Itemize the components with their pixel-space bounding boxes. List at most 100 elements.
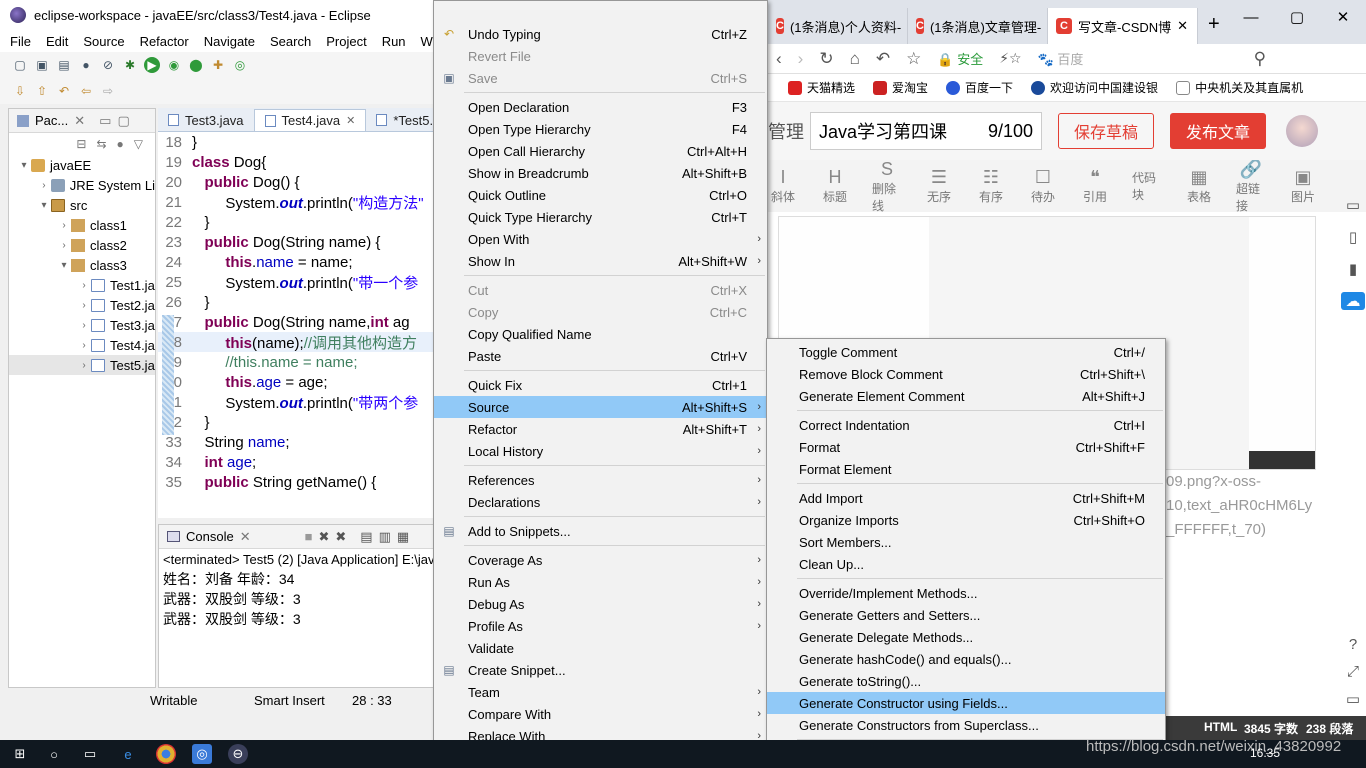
- code-line[interactable]: 22 }: [158, 212, 434, 232]
- code-line[interactable]: 25 System.out.println("带一个参: [158, 272, 434, 292]
- pin-console-icon[interactable]: ▥: [379, 529, 391, 545]
- task-view-icon[interactable]: ▭: [80, 744, 100, 764]
- code-line[interactable]: 20 public Dog() {: [158, 172, 434, 192]
- edge-icon[interactable]: e: [118, 744, 138, 764]
- close-icon[interactable]: ✕: [1177, 18, 1188, 34]
- expand-toggle-icon[interactable]: ›: [77, 300, 91, 311]
- forward-icon[interactable]: ›: [798, 49, 804, 69]
- menu-item-generate-element-comment[interactable]: Generate Element Comment Alt+Shift+J: [767, 385, 1165, 407]
- tree-item[interactable]: › Test2.ja: [9, 295, 155, 315]
- editor-tab-test5[interactable]: *Test5.: [366, 109, 443, 131]
- maximize-icon[interactable]: ▢: [117, 113, 129, 129]
- bookmark-item[interactable]: 欢迎访问中国建设银: [1031, 79, 1158, 96]
- windows-start-icon[interactable]: ⊞: [10, 744, 30, 764]
- prev-annotation-icon[interactable]: ⇧: [34, 83, 50, 99]
- expand-toggle-icon[interactable]: ›: [57, 240, 71, 251]
- expand-toggle-icon[interactable]: ›: [77, 360, 91, 371]
- maximize-icon[interactable]: ▢: [1274, 0, 1320, 34]
- tree-item[interactable]: › Test4.ja: [9, 335, 155, 355]
- chrome-icon[interactable]: [156, 744, 176, 764]
- code-line[interactable]: 24 this.name = name;: [158, 252, 434, 272]
- editor-tab-test4[interactable]: Test4.java ✕: [253, 109, 367, 131]
- expand-toggle-icon[interactable]: ›: [77, 340, 91, 351]
- bookmark-item[interactable]: 天猫精选: [788, 79, 855, 96]
- menu-item-copy-qualified-name[interactable]: Copy Qualified Name: [434, 323, 767, 345]
- menu-item-create-snippet[interactable]: ▤ Create Snippet...: [434, 659, 767, 681]
- menu-item-format[interactable]: Format Ctrl+Shift+F: [767, 436, 1165, 458]
- editor-tab-test3[interactable]: Test3.java: [158, 109, 254, 131]
- menu-source[interactable]: Source: [83, 34, 124, 49]
- save-icon[interactable]: ▣: [34, 57, 50, 73]
- tree-item[interactable]: › class2: [9, 235, 155, 255]
- code-line[interactable]: 29 //this.name = name;: [158, 352, 434, 372]
- minimize-icon[interactable]: ▭: [99, 113, 111, 129]
- cloud-icon[interactable]: ☁: [1341, 292, 1365, 310]
- eclipse-taskbar-icon[interactable]: ⊖: [228, 744, 248, 764]
- menu-item-toggle-comment[interactable]: Toggle Comment Ctrl+/: [767, 341, 1165, 363]
- toolbar-button[interactable]: ❝ 引用: [1080, 167, 1110, 205]
- close-icon[interactable]: ✕: [346, 114, 355, 127]
- focus-icon[interactable]: ●: [117, 137, 124, 151]
- menu-item-undo-typing[interactable]: ↶ Undo Typing Ctrl+Z: [434, 23, 767, 45]
- toolbar-button[interactable]: ☐ 待办: [1028, 167, 1058, 205]
- undo-close-icon[interactable]: ↶: [876, 49, 890, 69]
- menu-item-format-element[interactable]: Format Element: [767, 458, 1165, 480]
- code-line[interactable]: 27 public Dog(String name,int ag: [158, 312, 434, 332]
- expand-toggle-icon[interactable]: ▾: [17, 160, 31, 171]
- tree-item[interactable]: ▾ javaEE: [9, 155, 155, 175]
- menu-item-generate-tostring[interactable]: Generate toString()...: [767, 670, 1165, 692]
- menu-item-paste[interactable]: Paste Ctrl+V: [434, 345, 767, 367]
- toolbar-button[interactable]: H 标题: [820, 167, 850, 205]
- back-icon[interactable]: ‹: [776, 49, 782, 69]
- code-line[interactable]: 23 public Dog(String name) {: [158, 232, 434, 252]
- help-icon[interactable]: ?: [1349, 636, 1357, 653]
- menu-item-copy[interactable]: Copy Ctrl+C: [434, 301, 767, 323]
- skip-breakpoints-icon[interactable]: ⊘: [100, 57, 116, 73]
- new-class-icon[interactable]: ◎: [232, 57, 248, 73]
- menu-project[interactable]: Project: [326, 34, 366, 49]
- minimize-icon[interactable]: —: [1228, 0, 1274, 34]
- code-line[interactable]: 19 class Dog{: [158, 152, 434, 172]
- code-line[interactable]: 35 public String getName() {: [158, 472, 434, 492]
- menu-run[interactable]: Run: [382, 34, 406, 49]
- view-menu-icon[interactable]: ▽: [134, 137, 143, 151]
- remove-launch-icon[interactable]: ✖: [318, 529, 329, 545]
- bookmark-item[interactable]: 爱淘宝: [873, 79, 928, 96]
- menu-item-generate-hashcode-and-equals[interactable]: Generate hashCode() and equals()...: [767, 648, 1165, 670]
- toolbar-button[interactable]: ☰ 无序: [924, 167, 954, 205]
- menu-item-compare-with[interactable]: Compare With ›: [434, 703, 767, 725]
- expand-icon[interactable]: ▮: [1349, 260, 1357, 278]
- menu-item-source[interactable]: Source Alt+Shift+S ›: [434, 396, 767, 418]
- search-icon[interactable]: ○: [44, 744, 64, 764]
- menu-file[interactable]: File: [10, 34, 31, 49]
- menu-item-debug-as[interactable]: Debug As ›: [434, 593, 767, 615]
- toolbar-button[interactable]: I 斜体: [768, 167, 798, 205]
- terminate-icon[interactable]: ■: [305, 529, 313, 544]
- run-icon[interactable]: ▶: [144, 57, 160, 73]
- tree-item[interactable]: › Test1.ja: [9, 275, 155, 295]
- bookmark-item[interactable]: 中央机关及其直属机: [1176, 79, 1303, 96]
- last-edit-icon[interactable]: ↶: [56, 83, 72, 99]
- menu-item-local-history[interactable]: Local History ›: [434, 440, 767, 462]
- article-title-input[interactable]: Java学习第四课 9/100: [810, 112, 1042, 150]
- tree-item[interactable]: › Test3.ja: [9, 315, 155, 335]
- code-line[interactable]: 32 }: [158, 412, 434, 432]
- menu-item-add-import[interactable]: Add Import Ctrl+Shift+M: [767, 487, 1165, 509]
- menu-item-generate-delegate-methods[interactable]: Generate Delegate Methods...: [767, 626, 1165, 648]
- remove-all-icon[interactable]: ✖: [335, 529, 346, 545]
- new-tab-icon[interactable]: +: [1198, 13, 1230, 44]
- menu-item-add-to-snippets[interactable]: ▤ Add to Snippets...: [434, 520, 767, 542]
- menu-item-revert-file[interactable]: Revert File: [434, 45, 767, 67]
- menu-navigate[interactable]: Navigate: [204, 34, 255, 49]
- menu-item-quick-outline[interactable]: Quick Outline Ctrl+O: [434, 184, 767, 206]
- avatar[interactable]: [1286, 115, 1318, 147]
- console-tab[interactable]: Console ✕ ■ ✖ ✖ ▤ ▥ ▦: [159, 525, 433, 549]
- menu-item-refactor[interactable]: Refactor Alt+Shift+T ›: [434, 418, 767, 440]
- menu-item-validate[interactable]: Validate: [434, 637, 767, 659]
- menu-item-open-type-hierarchy[interactable]: Open Type Hierarchy F4: [434, 118, 767, 140]
- forward-icon[interactable]: ⇨: [100, 83, 116, 99]
- tree-item[interactable]: ▾ class3: [9, 255, 155, 275]
- bookmark-item[interactable]: 百度一下: [946, 79, 1013, 96]
- scroll-lock-icon[interactable]: ▤: [360, 529, 372, 545]
- toolbar-button[interactable]: 代码块: [1132, 169, 1162, 203]
